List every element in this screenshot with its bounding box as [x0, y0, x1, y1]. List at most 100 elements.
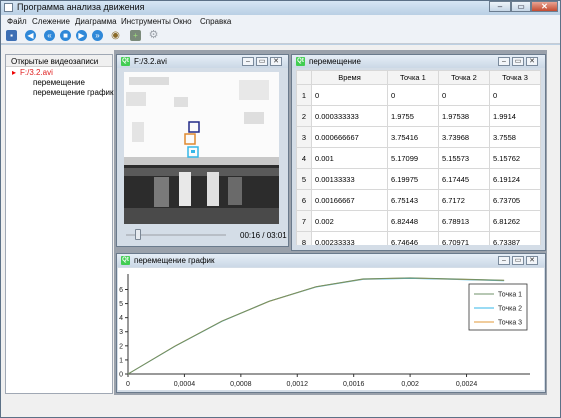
menu-tracking[interactable]: Слежение: [32, 17, 70, 26]
row-header[interactable]: 7: [296, 210, 312, 232]
video-close-button[interactable]: ✕: [270, 57, 282, 66]
table-cell[interactable]: 0.000333333: [311, 105, 388, 127]
column-header-point-2[interactable]: Точка 2: [437, 70, 490, 85]
x-tick-label: 0: [126, 381, 130, 388]
video-minimize-button[interactable]: –: [242, 57, 254, 66]
tree-expand-icon[interactable]: ▸: [12, 68, 16, 77]
table-cell[interactable]: 0.00133333: [311, 168, 388, 190]
table-minimize-button[interactable]: –: [498, 57, 510, 66]
legend-label: Точка 1: [498, 292, 522, 299]
video-progress-track[interactable]: [126, 234, 226, 236]
close-button[interactable]: ✕: [531, 1, 558, 12]
save-icon[interactable]: ▪: [6, 30, 17, 41]
graph-minimize-button[interactable]: –: [498, 256, 510, 265]
table-row[interactable]: 7 0.002 6.82448 6.78913 6.81262: [296, 210, 541, 232]
y-tick-label: 3: [119, 329, 123, 336]
menu-file[interactable]: Файл: [7, 17, 27, 26]
table-row[interactable]: 8 0.00233333 6.74646 6.70971 6.73387: [296, 231, 541, 245]
table-cell[interactable]: 6.19124: [488, 168, 541, 190]
table-cell[interactable]: 3.7558: [488, 126, 541, 148]
row-header[interactable]: 8: [296, 231, 312, 245]
row-header[interactable]: 5: [296, 168, 312, 190]
video-progress-thumb[interactable]: [134, 229, 141, 240]
table-cell[interactable]: 6.73387: [488, 231, 541, 245]
table-cell[interactable]: 6.70971: [437, 231, 490, 245]
graph-window-title: перемещение график: [134, 256, 215, 265]
table-restore-button[interactable]: ▭: [512, 57, 524, 66]
table-cell[interactable]: 0: [488, 84, 541, 106]
column-header-time[interactable]: Время: [311, 70, 388, 85]
table-cell[interactable]: 6.17445: [437, 168, 490, 190]
settings-icon[interactable]: ⚙: [148, 30, 159, 41]
table-cell[interactable]: 6.78913: [437, 210, 490, 232]
table-cell[interactable]: 5.15573: [437, 147, 490, 169]
table-cell[interactable]: 0: [311, 84, 388, 106]
video-restore-button[interactable]: ▭: [256, 57, 268, 66]
table-row[interactable]: 10000: [296, 84, 541, 106]
table-cell[interactable]: 1.97538: [437, 105, 490, 127]
table-row[interactable]: 5 0.00133333 6.19975 6.17445 6.19124: [296, 168, 541, 190]
row-header[interactable]: 2: [296, 105, 312, 127]
table-row[interactable]: 4 0.001 5.17099 5.15573 5.15762: [296, 147, 541, 169]
menu-diagram[interactable]: Диаграмма: [75, 17, 117, 26]
y-tick-label: 6: [119, 287, 123, 294]
menu-window[interactable]: Окно: [173, 17, 192, 26]
table-close-button[interactable]: ✕: [526, 57, 538, 66]
x-tick-label: 0,0012: [287, 381, 309, 388]
skip-forward-icon[interactable]: »: [92, 30, 103, 41]
table-cell[interactable]: 0.000666667: [311, 126, 388, 148]
data-table-viewport[interactable]: Время Точка 1 Точка 2 Точка 3 1 0 0 0 0 2 0.00…: [296, 70, 541, 245]
table-cell[interactable]: 0.00166667: [311, 189, 388, 211]
table-cell[interactable]: 3.73968: [437, 126, 490, 148]
menu-tools[interactable]: Инструменты: [121, 17, 171, 26]
table-cell[interactable]: 5.15762: [488, 147, 541, 169]
eye-icon[interactable]: ◉: [110, 30, 121, 41]
table-cell[interactable]: 6.81262: [488, 210, 541, 232]
table-row[interactable]: 3 0.000666667 3.75416 3.73968 3.7558: [296, 126, 541, 148]
table-cell[interactable]: 6.19975: [386, 168, 439, 190]
menu-help[interactable]: Справка: [200, 17, 231, 26]
table-cell[interactable]: 3.75416: [386, 126, 439, 148]
table-cell[interactable]: 6.74646: [386, 231, 439, 245]
data-table[interactable]: Время Точка 1 Точка 2 Точка 3 1 0 0 0 0 2 0.00…: [296, 70, 541, 245]
table-cell[interactable]: 0.001: [311, 147, 388, 169]
open-videos-panel: [5, 54, 113, 394]
table-cell[interactable]: 6.75143: [386, 189, 439, 211]
table-row[interactable]: 6 0.00166667 6.75143 6.7172 6.73705: [296, 189, 541, 211]
tree-item-video[interactable]: F:/3.2.avi: [20, 68, 53, 77]
table-cell[interactable]: 6.82448: [386, 210, 439, 232]
graph-close-button[interactable]: ✕: [526, 256, 538, 265]
tree-item-displacement[interactable]: перемещение: [33, 78, 85, 87]
column-header-point-3[interactable]: Точка 3: [488, 70, 541, 85]
maximize-button[interactable]: ▭: [511, 1, 531, 12]
table-cell[interactable]: 1.9914: [488, 105, 541, 127]
x-tick-label: 0,002: [401, 381, 419, 388]
row-header[interactable]: 4: [296, 147, 312, 169]
skip-back-icon[interactable]: «: [44, 30, 55, 41]
table-cell[interactable]: 0.002: [311, 210, 388, 232]
table-cell[interactable]: 0: [386, 84, 439, 106]
table-cell[interactable]: 6.7172: [437, 189, 490, 211]
table-row[interactable]: 2 0.000333333 1.9755 1.97538 1.9914: [296, 105, 541, 127]
row-header[interactable]: 3: [296, 126, 312, 148]
table-cell[interactable]: 5.17099: [386, 147, 439, 169]
graph-restore-button[interactable]: ▭: [512, 256, 524, 265]
play-icon[interactable]: ▶: [76, 30, 87, 41]
stop-icon[interactable]: ■: [60, 30, 71, 41]
column-header-point-1[interactable]: Точка 1: [386, 70, 439, 85]
table-cell[interactable]: 1.9755: [386, 105, 439, 127]
video-window-title: F:/3.2.avi: [134, 57, 167, 66]
row-header[interactable]: 1: [296, 84, 312, 106]
table-cell[interactable]: 0: [437, 84, 490, 106]
tree-item-displacement-graph[interactable]: перемещение график: [33, 88, 114, 97]
table-cell[interactable]: 0.00233333: [311, 231, 388, 245]
y-tick-label: 0: [119, 372, 123, 379]
minimize-button[interactable]: –: [489, 1, 511, 12]
x-tick-label: 0,0024: [456, 381, 478, 388]
row-header[interactable]: 6: [296, 189, 312, 211]
back-icon[interactable]: ◀: [25, 30, 36, 41]
table-cell[interactable]: 6.73705: [488, 189, 541, 211]
series-line-point-1: [127, 277, 505, 375]
graph-canvas: 0 1 2 3 4 5 6 0 0,0004 0,0008 0,0012 0,0016 0,002 0,0…: [118, 268, 544, 390]
add-frames-icon[interactable]: +: [130, 30, 141, 41]
